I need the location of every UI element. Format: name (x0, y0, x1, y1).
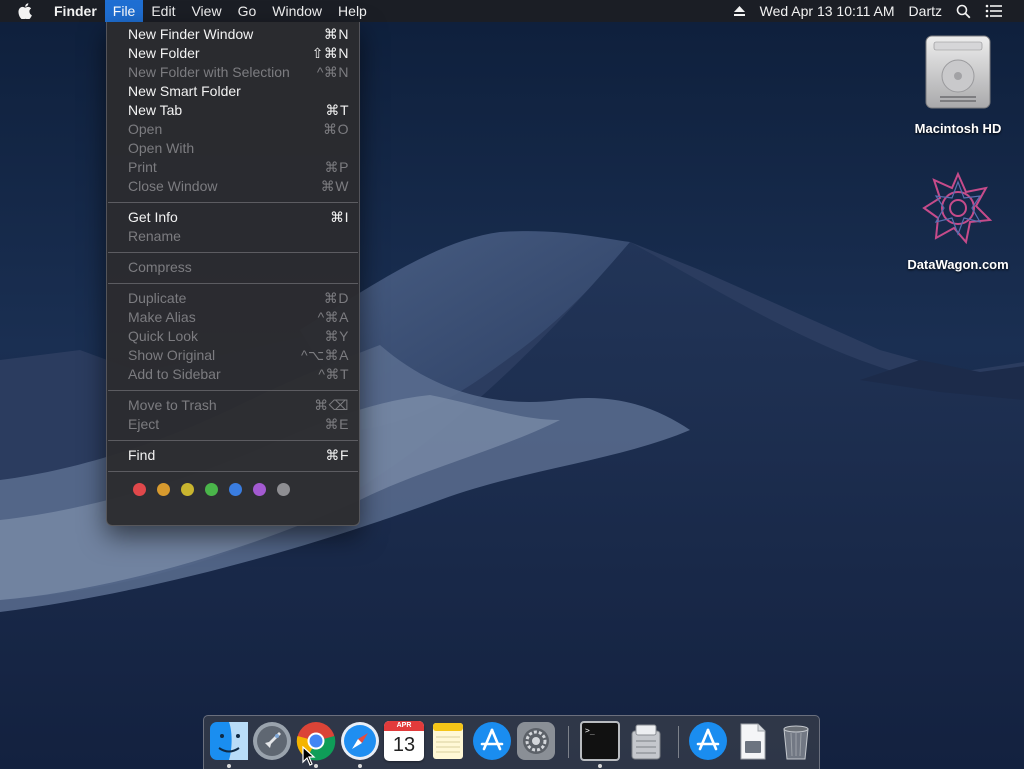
menu-separator (108, 440, 358, 441)
menu-item-new-folder-with-selection[interactable]: New Folder with Selection ^⌘N (107, 63, 359, 82)
menu-go[interactable]: Go (230, 0, 265, 22)
menu-separator (108, 202, 358, 203)
menu-item-new-finder-window[interactable]: New Finder Window ⌘N (107, 25, 359, 44)
notes-icon[interactable] (428, 721, 468, 761)
tag-yellow-button[interactable] (181, 483, 194, 496)
menu-item-open-with[interactable]: Open With (107, 139, 359, 158)
finder-icon[interactable] (209, 721, 249, 761)
menu-item-move-to-trash[interactable]: Move to Trash ⌘⌫ (107, 396, 359, 415)
file-menu-dropdown: New Finder Window ⌘N New Folder ⇧⌘N New Fo… (106, 22, 360, 526)
trash-icon[interactable] (776, 721, 816, 761)
calendar-icon[interactable]: APR 13 (384, 721, 424, 761)
menu-separator (108, 471, 358, 472)
running-indicator (358, 764, 362, 768)
desktop-icon-macintosh-hd[interactable]: Macintosh HD (898, 32, 1018, 136)
menu-item-print[interactable]: Print ⌘P (107, 158, 359, 177)
menu-item-quick-look[interactable]: Quick Look ⌘Y (107, 327, 359, 346)
menu-item-compress[interactable]: Compress (107, 258, 359, 277)
menu-item-close-window[interactable]: Close Window ⌘W (107, 177, 359, 196)
menu-item-rename[interactable]: Rename (107, 227, 359, 246)
calendar-day: 13 (392, 734, 416, 756)
menu-separator (108, 252, 358, 253)
menu-item-show-original[interactable]: Show Original ^⌥⌘A (107, 346, 359, 365)
apple-logo-icon (18, 3, 32, 19)
desktop-icon-label: DataWagon.com (907, 257, 1009, 272)
menu-bar-clock[interactable]: Wed Apr 13 10:11 AM (753, 0, 902, 22)
dock-separator (678, 726, 679, 758)
menu-item-new-smart-folder[interactable]: New Smart Folder (107, 82, 359, 101)
hard-drive-icon (925, 35, 991, 109)
menu-file[interactable]: File (104, 0, 144, 22)
menu-separator (108, 283, 358, 284)
running-indicator (227, 764, 231, 768)
system-preferences-icon[interactable] (516, 721, 556, 761)
menu-finder[interactable]: Finder (46, 0, 105, 22)
terminal-icon[interactable]: >_ (580, 721, 620, 761)
disk-utility-icon[interactable] (626, 721, 666, 761)
safari-icon[interactable] (340, 721, 380, 761)
spotlight-search-icon[interactable] (949, 0, 978, 22)
menu-separator (108, 390, 358, 391)
tag-purple-button[interactable] (253, 483, 266, 496)
tag-red-button[interactable] (133, 483, 146, 496)
tag-green-button[interactable] (205, 483, 218, 496)
document-stack-icon[interactable] (732, 721, 772, 761)
running-indicator (598, 764, 602, 768)
menu-item-get-info[interactable]: Get Info ⌘I (107, 208, 359, 227)
menu-edit[interactable]: Edit (143, 0, 183, 22)
menu-item-eject[interactable]: Eject ⌘E (107, 415, 359, 434)
menu-item-new-tab[interactable]: New Tab ⌘T (107, 101, 359, 120)
desktop-icon-label: Macintosh HD (914, 121, 1002, 136)
menu-item-new-folder[interactable]: New Folder ⇧⌘N (107, 44, 359, 63)
terminal-prompt: >_ (585, 726, 595, 735)
menu-bar-extras: Wed Apr 13 10:11 AM Dartz (726, 0, 1024, 22)
user-switcher[interactable]: Dartz (902, 0, 949, 22)
desktop-icon-datawagon[interactable]: DataWagon.com (898, 168, 1018, 272)
calendar-month: APR (384, 721, 424, 731)
menu-item-add-to-sidebar[interactable]: Add to Sidebar ^⌘T (107, 365, 359, 384)
menu-item-make-alias[interactable]: Make Alias ^⌘A (107, 308, 359, 327)
eject-icon[interactable] (726, 0, 753, 22)
menu-item-duplicate[interactable]: Duplicate ⌘D (107, 289, 359, 308)
menu-bar: Finder File Edit View Go Window Help Wed… (0, 0, 1024, 22)
notification-center-icon[interactable] (978, 0, 1010, 22)
menu-window[interactable]: Window (264, 0, 330, 22)
tag-gray-button[interactable] (277, 483, 290, 496)
menu-help[interactable]: Help (330, 0, 375, 22)
menu-item-find[interactable]: Find ⌘F (107, 446, 359, 465)
dock-separator (568, 726, 569, 758)
mouse-cursor-icon (302, 746, 316, 766)
downloads-stack-icon[interactable] (688, 721, 728, 761)
apple-menu-button[interactable] (0, 0, 46, 22)
tag-blue-button[interactable] (229, 483, 242, 496)
menu-item-open[interactable]: Open ⌘O (107, 120, 359, 139)
launchpad-icon[interactable] (252, 721, 292, 761)
dock: APR 13 >_ (203, 715, 820, 769)
app-store-icon[interactable] (472, 721, 512, 761)
datawagon-logo-icon (922, 171, 993, 245)
tag-orange-button[interactable] (157, 483, 170, 496)
menu-view[interactable]: View (183, 0, 229, 22)
